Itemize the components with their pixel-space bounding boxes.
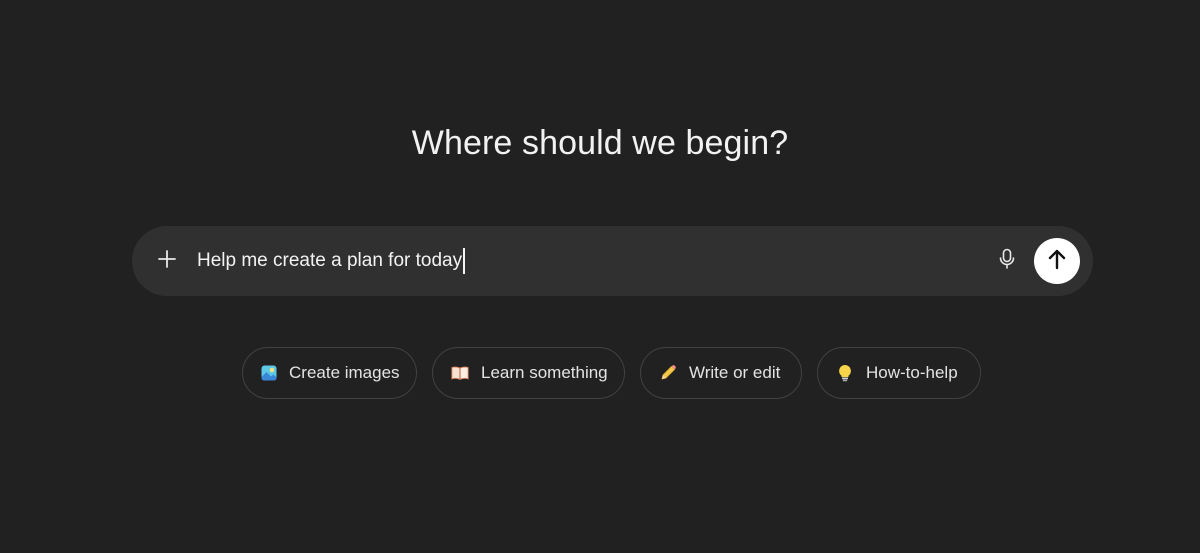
- arrow-up-icon: [1047, 248, 1067, 275]
- chip-label: Write or edit: [689, 363, 781, 382]
- chip-learn-something[interactable]: Learn something: [432, 347, 625, 399]
- prompt-input-text: Help me create a plan for today: [197, 250, 463, 271]
- page: Where should we begin? Help me create a …: [0, 0, 1200, 553]
- microphone-icon: [997, 248, 1017, 275]
- book-icon: [451, 364, 469, 382]
- prompt-input[interactable]: Help me create a plan for today: [197, 244, 977, 278]
- chip-label: Create images: [289, 363, 400, 382]
- chip-how-to-help[interactable]: How-to-help: [817, 347, 981, 399]
- send-button[interactable]: [1034, 238, 1080, 284]
- lightbulb-icon: [836, 364, 854, 382]
- image-icon: [261, 364, 277, 382]
- plus-icon: [157, 249, 177, 274]
- text-caret: [463, 248, 465, 274]
- attach-button[interactable]: [149, 243, 185, 279]
- chip-label: How-to-help: [866, 363, 958, 382]
- voice-input-button[interactable]: [989, 243, 1025, 279]
- page-heading: Where should we begin?: [411, 124, 789, 162]
- pencil-icon: [659, 364, 677, 382]
- chip-create-images[interactable]: Create images: [242, 347, 417, 399]
- chip-write-or-edit[interactable]: Write or edit: [640, 347, 802, 399]
- prompt-composer: Help me create a plan for today: [132, 226, 1093, 296]
- chip-label: Learn something: [481, 363, 608, 382]
- suggestion-chips: Create images Learn something Write or e…: [0, 347, 1200, 399]
